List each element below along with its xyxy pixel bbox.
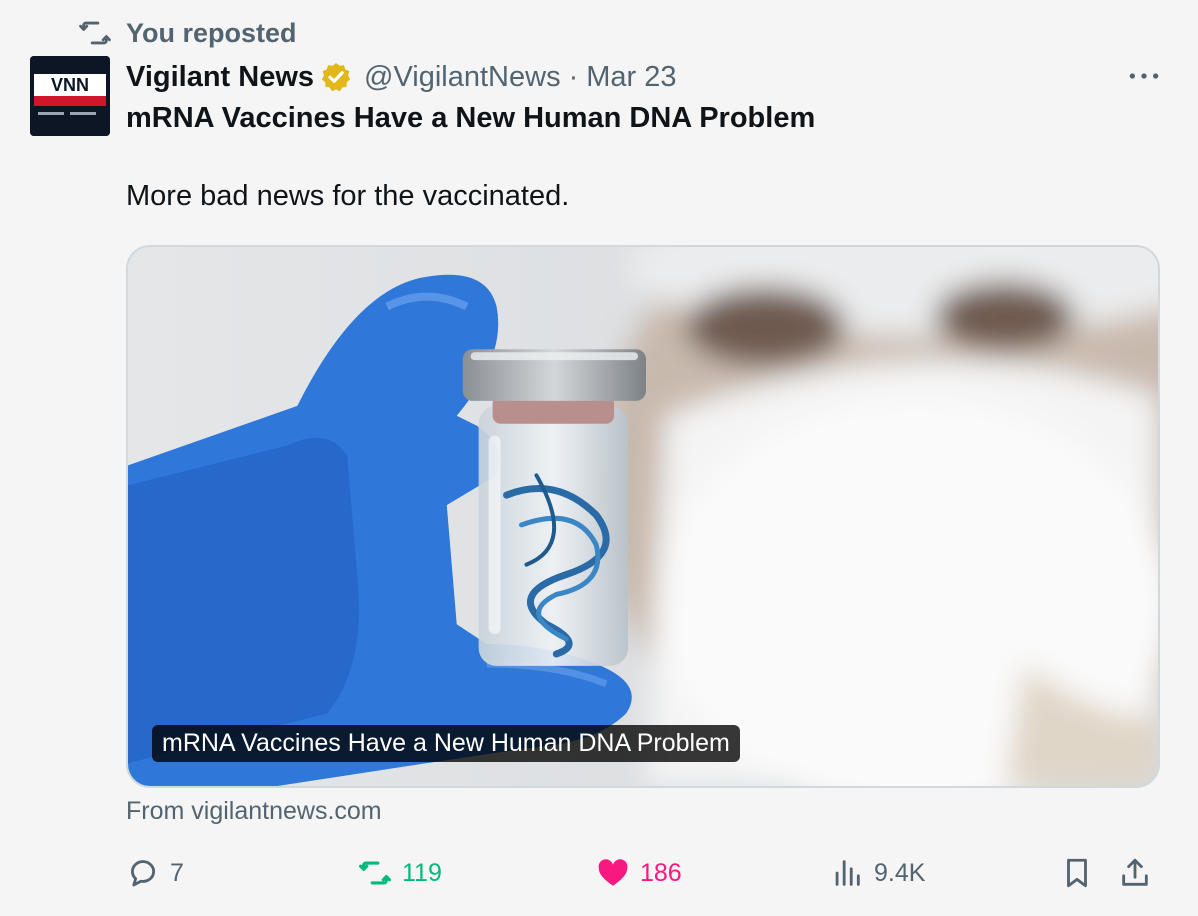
post-title: mRNA Vaccines Have a New Human DNA Probl… xyxy=(126,102,816,134)
repost-banner: You reposted xyxy=(78,16,297,50)
more-options-button[interactable] xyxy=(1124,60,1164,92)
repost-banner-text: You reposted xyxy=(126,17,297,48)
link-source[interactable]: From vigilantnews.com xyxy=(126,797,382,826)
like-button[interactable]: 186 xyxy=(596,848,682,898)
repost-icon xyxy=(79,21,111,45)
heart-icon xyxy=(598,859,628,886)
link-card-caption: mRNA Vaccines Have a New Human DNA Probl… xyxy=(152,725,740,762)
action-bar: 7 119 186 9.4K xyxy=(126,848,1166,898)
reply-button[interactable]: 7 xyxy=(126,848,184,898)
author-name[interactable]: Vigilant News xyxy=(126,61,314,94)
vaccine-vial-image xyxy=(128,247,1158,786)
author-handle[interactable]: @VigilantNews xyxy=(364,61,561,94)
avatar[interactable]: VNN xyxy=(30,56,110,136)
post-text: More bad news for the vaccinated. xyxy=(126,180,570,212)
share-button[interactable] xyxy=(1118,848,1152,898)
repost-count: 119 xyxy=(402,858,442,887)
share-icon xyxy=(1122,858,1148,886)
repost-button[interactable]: 119 xyxy=(358,848,442,898)
repost-icon xyxy=(358,861,392,885)
post-date[interactable]: Mar 23 xyxy=(586,61,676,94)
post-header: Vigilant News @VigilantNews · Mar 23 xyxy=(126,57,677,97)
views-icon xyxy=(835,860,860,886)
link-card[interactable]: mRNA Vaccines Have a New Human DNA Probl… xyxy=(126,245,1160,788)
bookmark-button[interactable] xyxy=(1060,848,1094,898)
more-icon xyxy=(1129,73,1159,79)
reply-count: 7 xyxy=(170,858,184,887)
like-count: 186 xyxy=(640,858,682,887)
vnn-logo: VNN xyxy=(30,56,110,136)
views-button[interactable]: 9.4K xyxy=(830,848,925,898)
svg-text:VNN: VNN xyxy=(51,75,89,95)
reply-icon xyxy=(130,860,156,887)
bookmark-icon xyxy=(1067,858,1087,888)
verified-badge-icon[interactable] xyxy=(320,61,352,93)
separator-dot: · xyxy=(568,60,579,93)
views-count: 9.4K xyxy=(874,858,926,887)
